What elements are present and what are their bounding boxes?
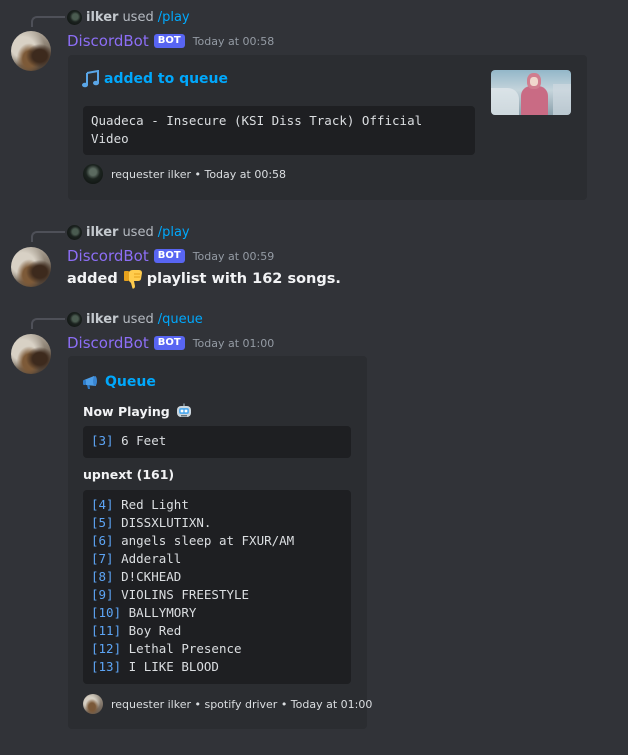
embed-title-text[interactable]: Queue bbox=[105, 374, 156, 390]
queue-item-number: [5] bbox=[91, 515, 114, 530]
queue-item-number: [9] bbox=[91, 587, 114, 602]
queue-item: [13] I LIKE BLOOD bbox=[91, 658, 343, 676]
queue-item: [8] D!CKHEAD bbox=[91, 568, 343, 586]
queue-item: [11] Boy Red bbox=[91, 622, 343, 640]
footer-text: requester ilker • Today at 00:58 bbox=[111, 167, 287, 181]
message-header: DiscordBot BOT Today at 01:00 bbox=[67, 333, 274, 353]
content-prefix: added bbox=[67, 271, 118, 287]
queue-item-title: Lethal Presence bbox=[128, 641, 242, 656]
now-playing-codeblock: [3] 6 Feet bbox=[83, 426, 351, 458]
content-suffix: playlist with 162 songs. bbox=[146, 271, 341, 287]
ilker-avatar[interactable] bbox=[67, 311, 82, 327]
embed-footer: requester ilker • Today at 00:58 bbox=[83, 164, 286, 184]
reply-username[interactable]: ilker bbox=[86, 312, 118, 327]
bot-badge: BOT bbox=[153, 249, 185, 263]
queue-item: [7] Adderall bbox=[91, 550, 343, 568]
queue-item-title: D!CKHEAD bbox=[121, 569, 182, 584]
bot-badge: BOT bbox=[153, 336, 185, 350]
reply-used-text: used bbox=[122, 311, 154, 327]
queue-item-title: angels sleep at FXUR/AM bbox=[121, 533, 295, 548]
embed-title: added to queue bbox=[81, 70, 228, 88]
requester-avatar bbox=[83, 694, 103, 714]
discordbot-avatar[interactable] bbox=[11, 31, 51, 71]
reply-command[interactable]: /play bbox=[158, 225, 190, 240]
queue-item-number: [10] bbox=[91, 605, 122, 620]
reply-command[interactable]: /play bbox=[158, 10, 190, 25]
reply-connector bbox=[31, 231, 65, 242]
queue-item-number: [12] bbox=[91, 641, 122, 656]
now-playing-title: 6 Feet bbox=[121, 433, 167, 448]
queue-item-number: [6] bbox=[91, 533, 114, 548]
message-header: DiscordBot BOT Today at 00:58 bbox=[67, 31, 274, 51]
queue-item: [4] Red Light bbox=[91, 496, 343, 514]
queue-item-title: Adderall bbox=[121, 551, 182, 566]
robot-icon bbox=[176, 403, 191, 417]
discordbot-avatar[interactable] bbox=[11, 334, 51, 374]
upnext-codeblock: [4] Red Light [5] DISSXLUTIXN. [6] angels … bbox=[83, 490, 351, 684]
added-to-queue-embed: added to queue Quadeca - Insecure (KSI D… bbox=[68, 55, 587, 200]
now-playing-number: [3] bbox=[91, 433, 114, 448]
queue-item-title: Red Light bbox=[121, 497, 189, 512]
ilker-avatar[interactable] bbox=[67, 224, 82, 240]
queue-item-title: I LIKE BLOOD bbox=[128, 659, 219, 674]
embed-footer: requester ilker • spotify driver • Today… bbox=[83, 694, 372, 714]
thumbs-down-icon bbox=[123, 270, 142, 289]
queue-item-number: [13] bbox=[91, 659, 122, 674]
timestamp[interactable]: Today at 01:00 bbox=[193, 337, 275, 350]
queue-item-number: [7] bbox=[91, 551, 114, 566]
queue-item-title: VIOLINS FREESTYLE bbox=[121, 587, 250, 602]
queue-item-title: Boy Red bbox=[128, 623, 182, 638]
embed-title-text[interactable]: added to queue bbox=[104, 71, 228, 87]
message-3: ilker used /queue DiscordBot BOT Today a… bbox=[0, 302, 628, 732]
command-reply[interactable]: ilker used /play bbox=[67, 223, 190, 241]
message-2-content: added playlist with 162 songs. bbox=[67, 268, 341, 290]
megaphone-icon bbox=[83, 376, 97, 389]
reply-used-text: used bbox=[122, 9, 154, 25]
queue-item-title: BALLYMORY bbox=[128, 605, 197, 620]
reply-connector bbox=[31, 318, 65, 329]
reply-connector bbox=[31, 16, 65, 27]
queue-item-title: DISSXLUTIXN. bbox=[121, 515, 212, 530]
command-reply[interactable]: ilker used /play bbox=[67, 8, 190, 26]
bot-username[interactable]: DiscordBot bbox=[67, 247, 149, 265]
bot-username[interactable]: DiscordBot bbox=[67, 334, 149, 352]
command-reply[interactable]: ilker used /queue bbox=[67, 310, 203, 328]
reply-command[interactable]: /queue bbox=[158, 312, 203, 327]
timestamp[interactable]: Today at 00:59 bbox=[193, 250, 275, 263]
reply-username[interactable]: ilker bbox=[86, 225, 118, 240]
queue-item: [9] VIOLINS FREESTYLE bbox=[91, 586, 343, 604]
ilker-avatar[interactable] bbox=[67, 9, 82, 25]
upnext-label: upnext (161) bbox=[83, 467, 175, 482]
requester-avatar bbox=[83, 164, 103, 184]
queue-item: [5] DISSXLUTIXN. bbox=[91, 514, 343, 532]
bot-username[interactable]: DiscordBot bbox=[67, 32, 149, 50]
message-1: ilker used /play DiscordBot BOT Today at… bbox=[0, 0, 628, 205]
bot-badge: BOT bbox=[153, 34, 185, 48]
music-note-icon bbox=[82, 70, 99, 88]
reply-username[interactable]: ilker bbox=[86, 10, 118, 25]
embed-title: Queue bbox=[82, 374, 156, 390]
timestamp[interactable]: Today at 00:58 bbox=[193, 35, 275, 48]
message-header: DiscordBot BOT Today at 00:59 bbox=[67, 246, 274, 266]
track-title-codeblock: Quadeca - Insecure (KSI Diss Track) Offi… bbox=[83, 106, 475, 155]
queue-item: [6] angels sleep at FXUR/AM bbox=[91, 532, 343, 550]
reply-used-text: used bbox=[122, 224, 154, 240]
queue-item-number: [8] bbox=[91, 569, 114, 584]
discordbot-avatar[interactable] bbox=[11, 247, 51, 287]
queue-item-number: [4] bbox=[91, 497, 114, 512]
footer-text: requester ilker • spotify driver • Today… bbox=[111, 697, 373, 711]
now-playing-label: Now Playing bbox=[83, 403, 193, 420]
queue-item: [12] Lethal Presence bbox=[91, 640, 343, 658]
queue-item: [10] BALLYMORY bbox=[91, 604, 343, 622]
queue-embed: Queue Now Playing [3] 6 Feet upnext (161… bbox=[68, 356, 372, 729]
queue-item-number: [11] bbox=[91, 623, 122, 638]
video-thumbnail[interactable] bbox=[491, 70, 571, 115]
